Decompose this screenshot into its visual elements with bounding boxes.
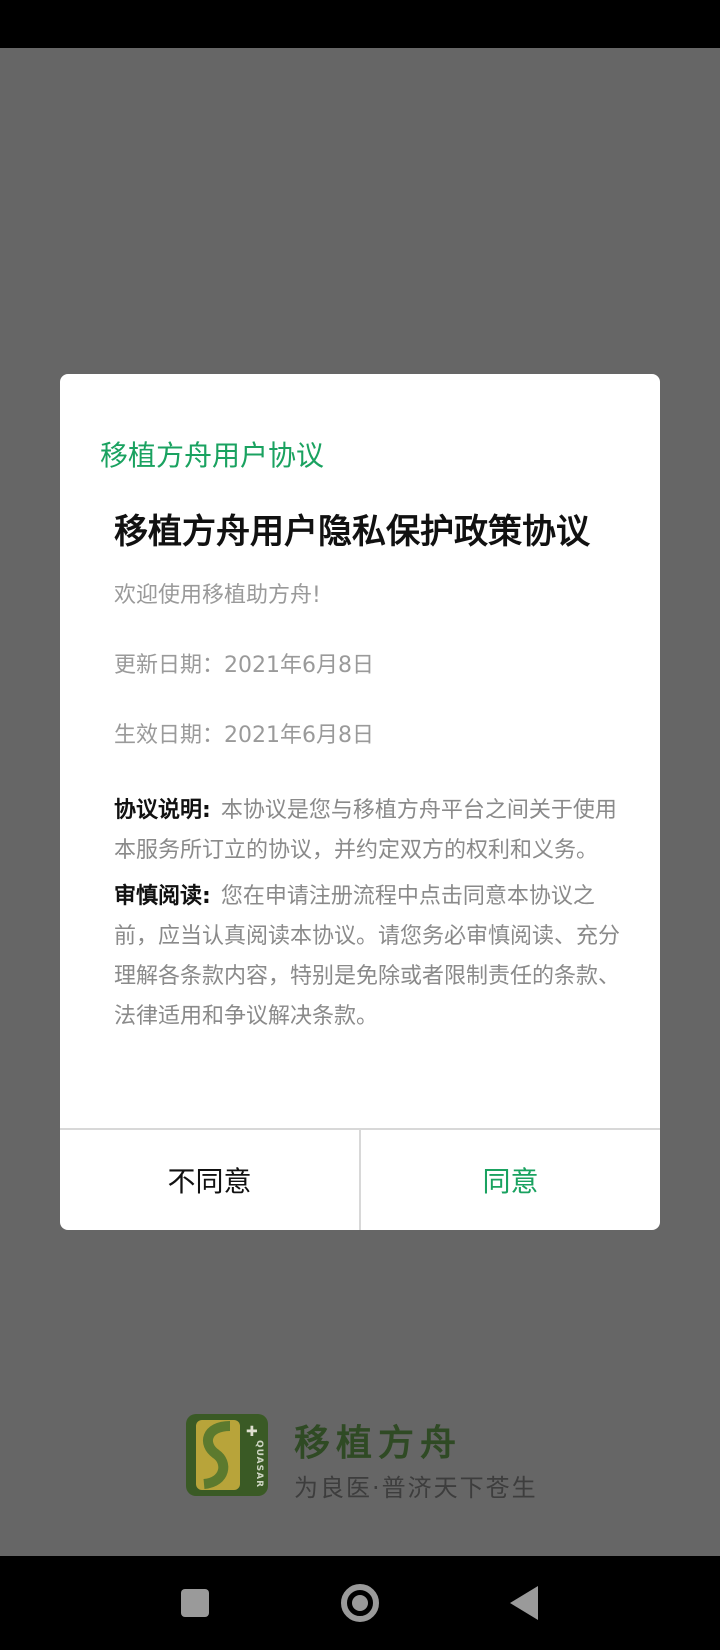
s-logo-mark: [196, 1420, 240, 1490]
section-label: 协议说明:: [114, 798, 211, 823]
dialog-title: 移植方舟用户协议: [100, 439, 325, 472]
recents-button[interactable]: [155, 1556, 235, 1650]
home-circle-icon: [341, 1584, 379, 1622]
agreement-section: 审慎阅读: 您在申请注册流程中点击同意本协议之前，应当认真阅读本协议。请您务必审慎…: [114, 877, 620, 1037]
effective-date: 生效日期：2021年6月8日: [114, 723, 374, 748]
home-button[interactable]: [320, 1556, 400, 1650]
splash-brand: ✚ QUASAR 移植方舟 为良医·普济天下苍生: [186, 1414, 546, 1502]
disagree-button[interactable]: 不同意: [60, 1130, 359, 1230]
welcome-text: 欢迎使用移植助方舟!: [114, 583, 321, 608]
updated-date: 更新日期：2021年6月8日: [114, 653, 374, 678]
navigation-bar: [0, 1556, 720, 1650]
document-title: 移植方舟用户隐私保护政策协议: [114, 512, 590, 552]
back-button[interactable]: [484, 1556, 564, 1650]
brand-name: 移植方舟: [294, 1423, 463, 1464]
status-bar: [0, 0, 720, 48]
agreement-content[interactable]: 移植方舟用户隐私保护政策协议 欢迎使用移植助方舟! 更新日期：2021年6月8日…: [114, 504, 620, 1043]
agree-button[interactable]: 同意: [361, 1130, 660, 1230]
agreement-section: 协议说明: 本协议是您与移植方舟平台之间关于使用本服务所订立的协议，并约定双方的权…: [114, 791, 620, 871]
brand-slogan: 为良医·普济天下苍生: [294, 1474, 538, 1502]
back-triangle-icon: [510, 1586, 538, 1620]
logo-text: QUASAR: [254, 1440, 264, 1489]
agreement-dialog: 移植方舟用户协议 移植方舟用户隐私保护政策协议 欢迎使用移植助方舟! 更新日期：…: [60, 374, 660, 1230]
recents-square-icon: [181, 1589, 209, 1617]
plus-icon: ✚: [246, 1424, 258, 1440]
section-label: 审慎阅读:: [114, 884, 211, 909]
app-logo-icon: ✚ QUASAR: [186, 1414, 268, 1496]
